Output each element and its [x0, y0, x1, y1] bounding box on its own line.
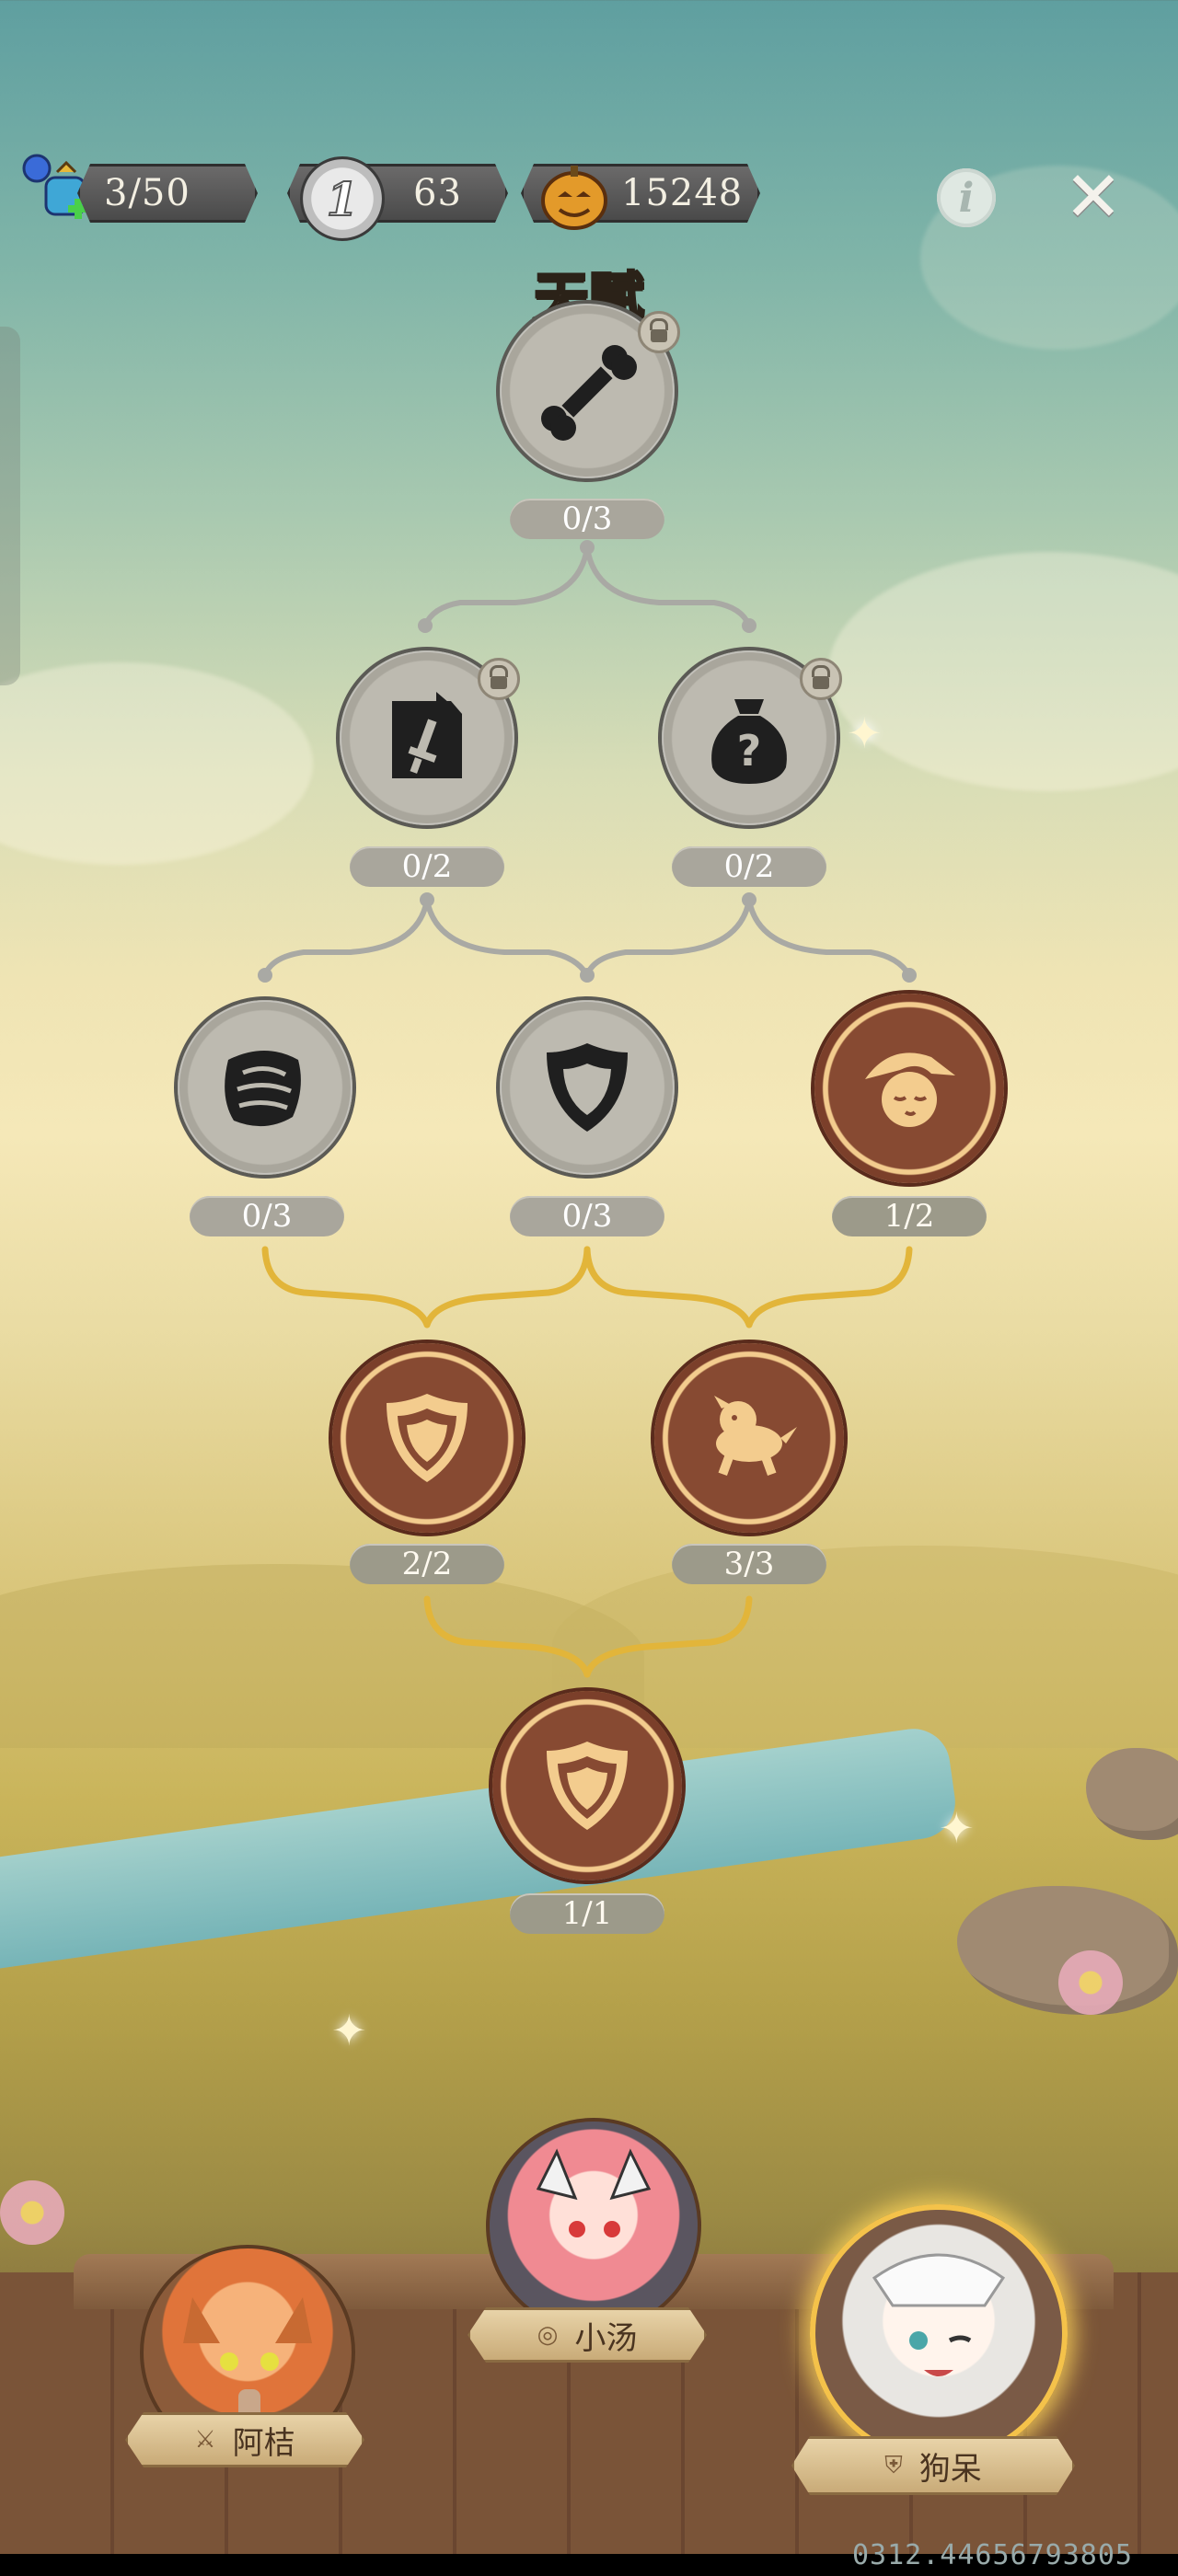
- talent-node-running-dog[interactable]: [654, 1343, 844, 1533]
- shield-icon: ⛨: [884, 2451, 903, 2479]
- bone-icon: [541, 345, 637, 441]
- character-name: 狗呆: [918, 2450, 982, 2488]
- debug-stamp: 0312.44656793805: [852, 2539, 1133, 2571]
- talent-node-meat-roll[interactable]: [178, 1000, 352, 1175]
- talent-node-bone[interactable]: [500, 304, 680, 478]
- svg-text:?: ?: [737, 726, 762, 776]
- mystery-bag-icon: ?: [711, 699, 787, 784]
- talent-progress: 1/2: [832, 1196, 987, 1236]
- lock-icon: [638, 311, 680, 353]
- shield-icon: [547, 1742, 628, 1830]
- talent-node-sword-card[interactable]: [340, 650, 520, 825]
- character-avatar-xiaotang[interactable]: [486, 2118, 701, 2333]
- sleeping-girl-icon: [865, 1052, 955, 1127]
- character-name: 小汤: [574, 2319, 638, 2357]
- lock-icon: [800, 658, 842, 700]
- talent-tree-connectors: [258, 540, 917, 1678]
- character-avatar-goudai-selected[interactable]: [810, 2204, 1068, 2462]
- character-name-plate-selected[interactable]: ⛨ 狗呆: [791, 2436, 1075, 2495]
- shield-icon: [387, 1394, 468, 1482]
- talent-progress: 0/2: [350, 846, 504, 887]
- talent-progress: 0/3: [190, 1196, 344, 1236]
- meat-roll-icon: [225, 1051, 301, 1127]
- sword-card-icon: [392, 692, 462, 778]
- talent-progress: 2/2: [350, 1544, 504, 1584]
- talent-node-shield-base[interactable]: [492, 1691, 682, 1880]
- lock-icon: [478, 658, 520, 700]
- shield-icon: [547, 1043, 628, 1132]
- talent-progress: 0/3: [510, 499, 664, 539]
- character-name-plate[interactable]: ⚔ 阿桔: [125, 2412, 364, 2467]
- talent-progress: 0/2: [672, 846, 826, 887]
- character-name-plate[interactable]: ◎ 小汤: [468, 2307, 707, 2363]
- talent-node-sleeping-girl[interactable]: [814, 994, 1004, 1183]
- talent-node-shield-upgrade[interactable]: [332, 1343, 522, 1533]
- talent-progress: 0/3: [510, 1196, 664, 1236]
- talent-progress: 1/1: [510, 1893, 664, 1934]
- talent-progress: 3/3: [672, 1544, 826, 1584]
- talent-node-mystery-bag[interactable]: ?: [662, 650, 842, 825]
- target-icon: ◎: [537, 2321, 559, 2349]
- sword-icon: ⚔: [194, 2426, 216, 2454]
- running-dog-icon: [714, 1396, 797, 1477]
- talent-node-shield-locked[interactable]: [500, 1000, 675, 1175]
- character-name: 阿桔: [232, 2424, 295, 2462]
